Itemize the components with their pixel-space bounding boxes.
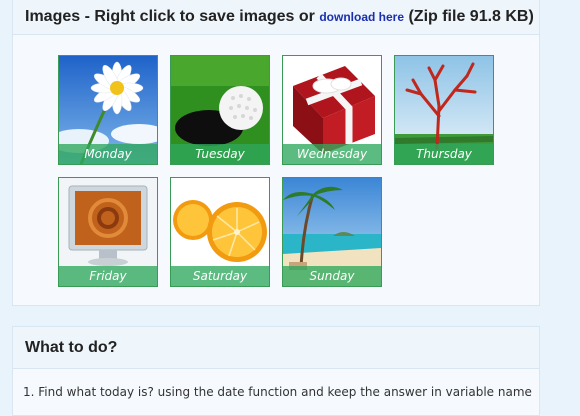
images-panel: Images - Right click to save images or d… [12, 0, 540, 306]
todo-panel: What to do? 1. Find what today is? using… [12, 326, 540, 416]
tile-friday[interactable]: Friday [58, 177, 158, 287]
tile-thursday[interactable]: Thursday [394, 55, 494, 165]
tile-caption: Sunday [283, 266, 381, 286]
tile-caption: Saturday [171, 266, 269, 286]
download-link[interactable]: download here [319, 10, 404, 24]
tile-caption: Thursday [395, 144, 493, 164]
page-scrollbar[interactable] [574, 0, 580, 400]
tile-wednesday[interactable]: Wednesday [282, 55, 382, 165]
tile-caption: Tuesday [171, 144, 269, 164]
tile-sunday[interactable]: Sunday [282, 177, 382, 287]
todo-panel-header: What to do? [13, 327, 539, 369]
images-panel-header: Images - Right click to save images or d… [13, 0, 539, 35]
tile-monday[interactable]: Monday [58, 55, 158, 165]
tile-tuesday[interactable]: Tuesday [170, 55, 270, 165]
todo-step-1: 1. Find what today is? using the date fu… [23, 385, 532, 399]
images-title-prefix: Images - Right click to save images or [25, 8, 320, 25]
tile-caption: Monday [59, 144, 157, 164]
tile-saturday[interactable]: Saturday [170, 177, 270, 287]
images-title-suffix: (Zip file 91.8 KB) [404, 8, 534, 25]
tile-caption: Friday [59, 266, 157, 286]
tile-caption: Wednesday [283, 144, 381, 164]
